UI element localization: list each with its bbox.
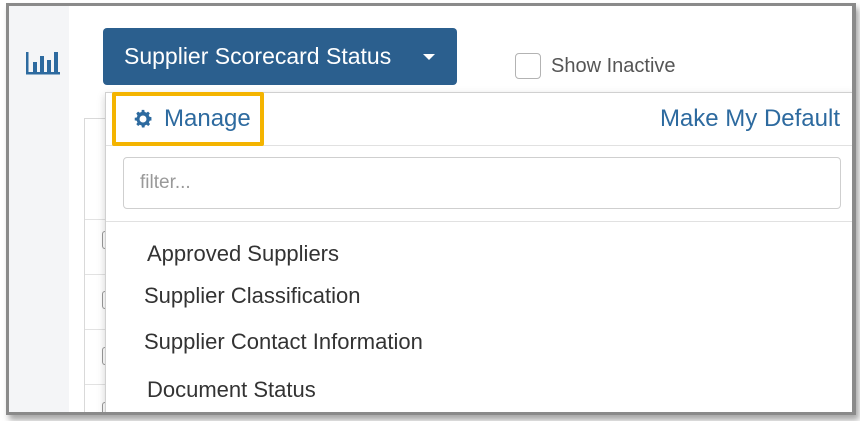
list-item-supplier-classification[interactable]: Supplier Classification [144,283,360,309]
report-select-button[interactable]: Supplier Scorecard Status [103,28,457,85]
show-inactive-toggle[interactable]: Show Inactive [515,53,676,79]
dropdown-header: Manage Make My Default [106,92,852,146]
report-select-label: Supplier Scorecard Status [124,43,392,69]
dropdown-divider [106,221,852,222]
filter-input[interactable] [123,157,841,209]
caret-down-icon [423,54,435,60]
left-sidebar [9,6,69,412]
gear-icon [134,109,152,128]
list-item-supplier-contact-information[interactable]: Supplier Contact Information [144,329,423,355]
list-item-document-status[interactable]: Document Status [147,377,316,403]
report-dropdown-menu: Manage Make My Default Approved Supplier… [105,92,852,412]
show-inactive-checkbox[interactable] [515,53,541,79]
list-item-approved-suppliers[interactable]: Approved Suppliers [147,241,339,267]
manage-label: Manage [164,105,251,132]
app-window: Supplier Scorecard Status Show Inactive … [6,3,856,415]
manage-button[interactable]: Manage [112,92,264,146]
bar-chart-icon[interactable] [24,46,64,76]
make-my-default-link[interactable]: Make My Default [660,105,840,133]
show-inactive-label: Show Inactive [551,54,676,77]
